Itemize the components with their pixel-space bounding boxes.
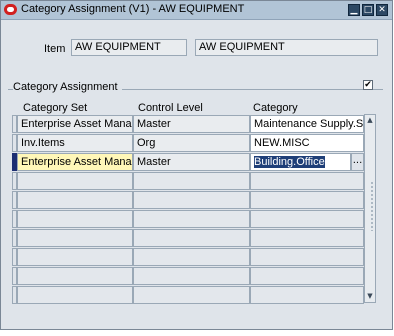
scroll-down-icon[interactable]: ▼: [365, 291, 375, 302]
category-set-cell[interactable]: [17, 172, 133, 190]
category-cell[interactable]: [250, 248, 364, 266]
control-level-cell[interactable]: Master: [133, 153, 250, 171]
category-set-cell[interactable]: [17, 210, 133, 228]
col-header-control-level: Control Level: [138, 102, 203, 114]
item-description-field[interactable]: AW EQUIPMENT: [195, 39, 378, 56]
list-of-values-button[interactable]: ...: [351, 153, 364, 171]
minimize-icon[interactable]: ▁: [348, 4, 360, 16]
category-cell[interactable]: [250, 191, 364, 209]
category-cell[interactable]: NEW.MISC: [250, 134, 364, 152]
selected-text: Building.Office: [254, 156, 325, 168]
title-bar[interactable]: Category Assignment (V1) - AW EQUIPMENT …: [1, 1, 392, 20]
category-cell[interactable]: [250, 267, 364, 285]
category-cell[interactable]: [250, 229, 364, 247]
close-icon[interactable]: ✕: [376, 4, 388, 16]
control-level-cell[interactable]: Org: [133, 134, 250, 152]
category-cell[interactable]: Maintenance Supply.Su: [250, 115, 364, 133]
scroll-grip[interactable]: [370, 181, 374, 231]
section-title: Category Assignment: [13, 81, 122, 93]
item-field[interactable]: AW EQUIPMENT: [71, 39, 187, 56]
category-set-cell[interactable]: [17, 191, 133, 209]
control-level-cell[interactable]: [133, 248, 250, 266]
col-header-category-set: Category Set: [23, 102, 88, 114]
category-cell[interactable]: [250, 172, 364, 190]
control-level-cell[interactable]: [133, 172, 250, 190]
category-set-cell[interactable]: [17, 248, 133, 266]
control-level-cell[interactable]: [133, 267, 250, 285]
category-set-cell[interactable]: Enterprise Asset Manag: [17, 153, 133, 171]
item-label: Item: [44, 43, 66, 55]
category-cell[interactable]: [250, 286, 364, 304]
category-set-cell[interactable]: Enterprise Asset Manag: [17, 115, 133, 133]
category-set-cell[interactable]: [17, 267, 133, 285]
category-set-cell[interactable]: [17, 286, 133, 304]
control-level-cell[interactable]: [133, 191, 250, 209]
control-level-cell[interactable]: Master: [133, 115, 250, 133]
oracle-app-icon: [4, 4, 17, 15]
maximize-icon[interactable]: □: [362, 4, 374, 16]
section-checkbox[interactable]: ✔: [363, 80, 373, 90]
scroll-up-icon[interactable]: ▲: [365, 115, 375, 126]
category-assignment-window: Category Assignment (V1) - AW EQUIPMENT …: [0, 0, 393, 330]
control-level-cell[interactable]: [133, 229, 250, 247]
category-cell[interactable]: [250, 210, 364, 228]
col-header-category: Category: [253, 102, 298, 114]
category-cell-active[interactable]: Building.Office: [250, 153, 351, 171]
category-set-cell[interactable]: Inv.Items: [17, 134, 133, 152]
category-set-cell[interactable]: [17, 229, 133, 247]
window-title: Category Assignment (V1) - AW EQUIPMENT: [21, 3, 245, 15]
control-level-cell[interactable]: [133, 286, 250, 304]
control-level-cell[interactable]: [133, 210, 250, 228]
